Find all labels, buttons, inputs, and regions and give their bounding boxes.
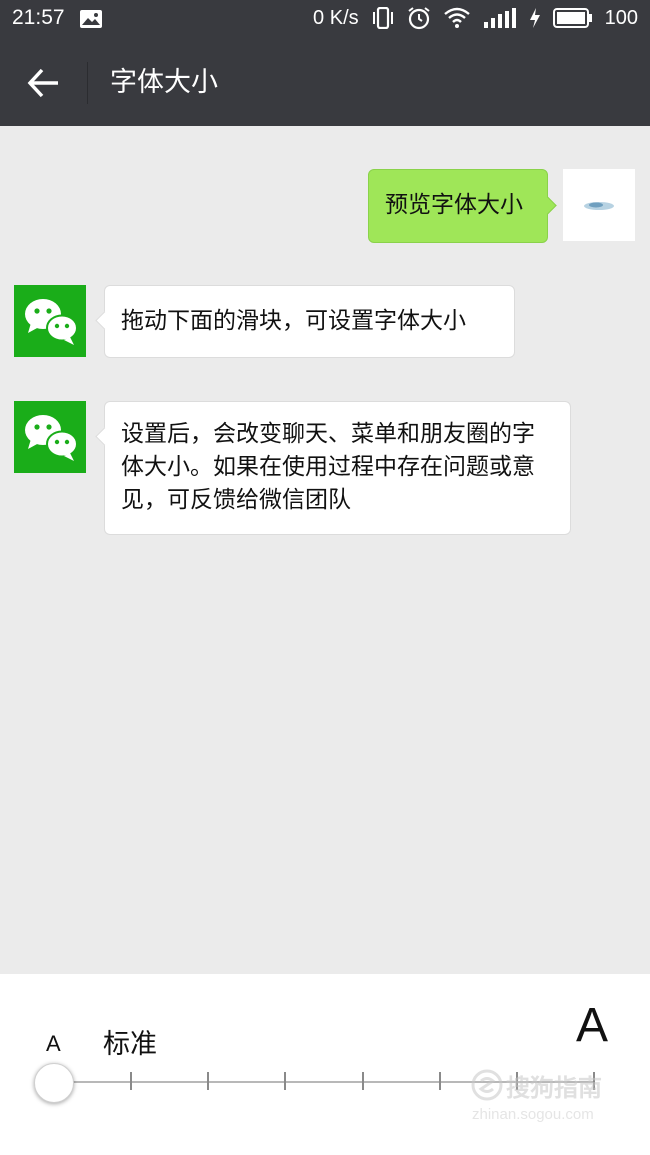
network-speed: 0 K/s	[313, 6, 359, 29]
wechat-icon	[25, 299, 78, 345]
alarm-icon	[408, 7, 430, 30]
header-divider	[87, 62, 88, 104]
wechat-message-bubble: 拖动下面的滑块，可设置字体大小	[95, 285, 515, 358]
message-text: 拖动下面的滑块，可设置字体大小	[121, 308, 466, 334]
font-size-panel: A 标准 A 搜狗指南 zhinan.sogou.com	[0, 974, 650, 1155]
current-size-label: 标准	[103, 1029, 157, 1060]
slider-tick[interactable]	[207, 1072, 210, 1090]
sogou-logo-icon	[471, 1069, 503, 1101]
slider-tick[interactable]	[438, 1072, 441, 1090]
font-size-slider-thumb[interactable]	[34, 1063, 74, 1103]
chat-preview: 预览字体大小 拖动下面的滑块，可设置字体大小 设置后，会改变聊天、菜单和朋友圈的…	[0, 126, 650, 974]
watermark-url: zhinan.sogou.com	[472, 1106, 594, 1123]
battery-icon	[552, 8, 592, 28]
page-title: 字体大小	[110, 67, 218, 98]
back-arrow-icon[interactable]	[24, 63, 64, 103]
battery-level: 100	[604, 6, 638, 29]
wechat-message-bubble: 设置后，会改变聊天、菜单和朋友圈的字体大小。如果在使用过程中存在问题或意见，可反…	[95, 401, 571, 535]
wechat-logo-avatar	[14, 401, 86, 473]
charging-icon	[529, 8, 540, 28]
watermark: 搜狗指南 zhinan.sogou.com	[468, 1066, 638, 1136]
wifi-icon	[443, 7, 470, 28]
status-right-group: 0 K/s 100	[313, 6, 638, 30]
large-font-label: A	[576, 999, 609, 1052]
vibrate-icon	[372, 7, 393, 29]
status-bar: 21:57 0 K/s 100	[0, 0, 650, 40]
app-bar: 字体大小	[0, 40, 650, 126]
wechat-logo-avatar	[14, 285, 86, 357]
my-message-bubble: 预览字体大小	[368, 169, 557, 243]
slider-tick[interactable]	[361, 1072, 364, 1090]
signal-icon	[483, 8, 516, 28]
small-font-label: A	[46, 1031, 61, 1056]
slider-tick[interactable]	[130, 1072, 133, 1090]
my-avatar	[563, 169, 635, 241]
wechat-icon	[25, 415, 78, 461]
slider-tick[interactable]	[284, 1072, 287, 1090]
status-time: 21:57	[12, 6, 65, 29]
gallery-notification-icon	[80, 10, 102, 28]
message-text: 预览字体大小	[385, 192, 523, 218]
message-text: 设置后，会改变聊天、菜单和朋友圈的字体大小。如果在使用过程中存在问题或意见，可反…	[121, 421, 535, 513]
watermark-text: 搜狗指南	[506, 1074, 602, 1102]
